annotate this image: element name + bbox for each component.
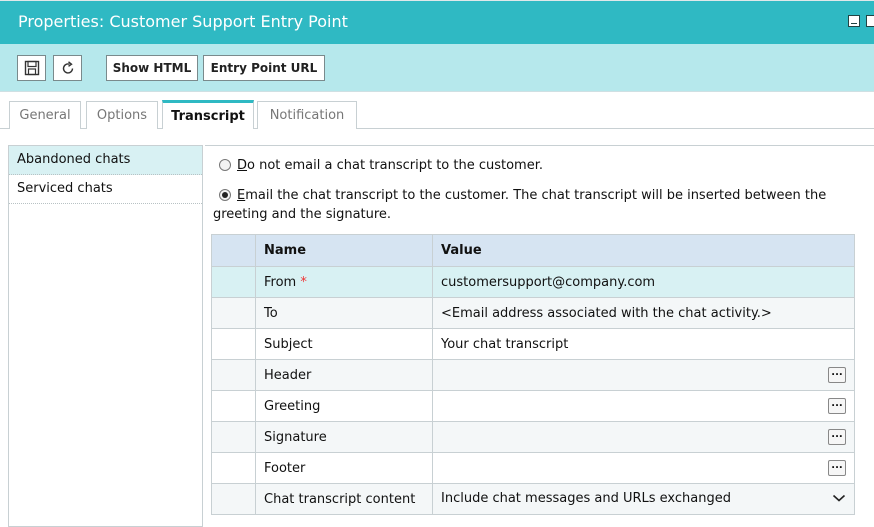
do-not-email-radio[interactable] [219, 159, 231, 171]
footer-value-cell[interactable]: ... [432, 452, 855, 484]
grid-cell-name: Header [255, 359, 433, 391]
grid-cell-name: Footer [255, 452, 433, 484]
chat-transcript-content-value: Include chat messages and URLs exchanged [441, 491, 731, 506]
toolbar: Show HTML Entry Point URL [0, 44, 874, 92]
grid-header-value: Value [432, 234, 855, 267]
grid-row-signature[interactable]: Signature ... [211, 421, 855, 453]
refresh-icon [62, 61, 73, 74]
subject-value-cell[interactable]: Your chat transcript [432, 328, 855, 360]
grid-cell-name: Chat transcript content [255, 483, 433, 515]
to-value-cell[interactable]: <Email address associated with the chat … [432, 297, 855, 329]
grid-row-chat-transcript-content[interactable]: Chat transcript content Include chat mes… [211, 483, 855, 515]
footer-browse-button[interactable]: ... [828, 460, 846, 476]
grid-row-from[interactable]: From * customersupport@company.com [211, 266, 855, 298]
grid-row-header[interactable]: Header ... [211, 359, 855, 391]
grid-row-subject[interactable]: Subject Your chat transcript [211, 328, 855, 360]
email-transcript-radio[interactable] [219, 189, 231, 201]
grid-row-footer[interactable]: Footer ... [211, 452, 855, 484]
do-not-email-accesskey: D [237, 158, 248, 173]
tab-bar: General Options Transcript Notification [0, 92, 874, 129]
grid-row-greeting[interactable]: Greeting ... [211, 390, 855, 422]
greeting-browse-button[interactable]: ... [828, 398, 846, 414]
grid-header-name: Name [255, 234, 433, 267]
tab-transcript[interactable]: Transcript [162, 100, 254, 129]
email-settings-grid: Name Value From * customersupport@compan… [211, 234, 855, 515]
from-value-cell[interactable]: customersupport@company.com [432, 266, 855, 298]
grid-row-to[interactable]: To <Email address associated with the ch… [211, 297, 855, 329]
list-item-abandoned-chats[interactable]: Abandoned chats [9, 146, 202, 175]
grid-cell-name: Subject [255, 328, 433, 360]
grid-header-row: Name Value [211, 234, 855, 267]
transcript-category-list: Abandoned chats Serviced chats [8, 145, 203, 527]
email-transcript-option[interactable]: Email the chat transcript to the custome… [219, 188, 826, 203]
do-not-email-option[interactable]: Do not email a chat transcript to the cu… [219, 158, 543, 173]
grid-cell-name: To [255, 297, 433, 329]
tab-general[interactable]: General [9, 101, 81, 129]
list-item-serviced-chats[interactable]: Serviced chats [9, 175, 202, 204]
grid-cell-name: From * [255, 266, 433, 298]
grid-cell-name: Signature [255, 421, 433, 453]
show-html-button[interactable]: Show HTML [106, 55, 198, 81]
email-transcript-accesskey: E [237, 188, 246, 203]
refresh-button[interactable] [53, 55, 82, 81]
title-bar: Properties: Customer Support Entry Point [0, 0, 874, 44]
grid-cell-name: Greeting [255, 390, 433, 422]
save-button[interactable] [17, 55, 46, 81]
restore-icon[interactable] [866, 15, 874, 27]
do-not-email-label: o not email a chat transcript to the cus… [247, 158, 544, 173]
save-icon [24, 60, 39, 76]
header-browse-button[interactable]: ... [828, 367, 846, 383]
tab-notification[interactable]: Notification [257, 101, 357, 129]
grid-header-stub [211, 234, 256, 267]
tab-options[interactable]: Options [86, 101, 158, 129]
chat-transcript-content-select[interactable]: Include chat messages and URLs exchanged [432, 483, 855, 515]
greeting-value-cell[interactable]: ... [432, 390, 855, 422]
signature-value-cell[interactable]: ... [432, 421, 855, 453]
chevron-down-icon[interactable] [832, 491, 846, 507]
required-marker: * [300, 274, 307, 290]
entry-point-url-button[interactable]: Entry Point URL [203, 55, 325, 81]
email-transcript-label-line2: greeting and the signature. [213, 207, 392, 222]
email-transcript-label: mail the chat transcript to the customer… [245, 188, 827, 203]
window-title: Properties: Customer Support Entry Point [18, 12, 348, 31]
minimize-icon[interactable] [848, 15, 860, 27]
signature-browse-button[interactable]: ... [828, 429, 846, 445]
header-value-cell[interactable]: ... [432, 359, 855, 391]
